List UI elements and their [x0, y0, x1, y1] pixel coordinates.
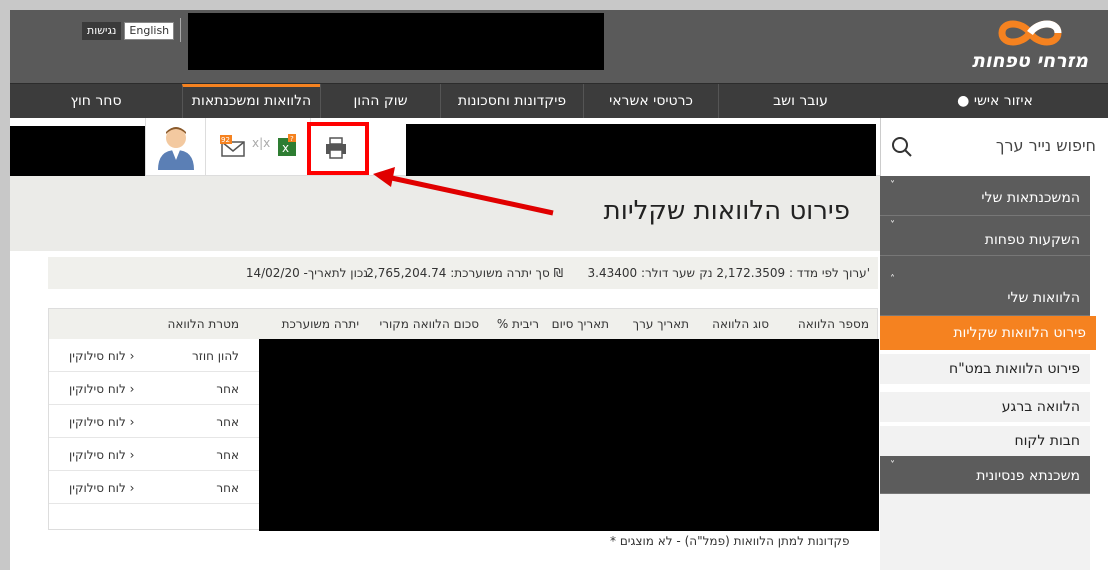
loans-table: מספר הלוואה סוג הלוואה תאריך ערך תאריך ס…: [48, 308, 879, 531]
amortization-schedule-link[interactable]: לוח סילוקין ›: [69, 481, 134, 495]
annotation-arrow-icon: [373, 167, 554, 216]
amortization-schedule-link[interactable]: לוח סילוקין ›: [69, 382, 134, 396]
col-original-amount: סכום הלוואה מקורי: [379, 317, 479, 331]
col-balance: יתרה משוערכת: [281, 317, 359, 331]
col-end-date: תאריך סיום: [551, 317, 609, 331]
bank-logo[interactable]: מזרחי טפחות: [948, 18, 1088, 74]
col-loan-type: סוג הלוואה: [712, 317, 769, 331]
divider: [180, 18, 181, 42]
sidebar-section-mortgages[interactable]: ˅ המשכנתאות שלי: [880, 176, 1090, 216]
col-interest: % ריבית: [496, 317, 539, 331]
loan-purpose: אחר: [216, 448, 239, 462]
excel-icon[interactable]: x ?: [276, 134, 302, 158]
loan-purpose: אחר: [216, 481, 239, 495]
main-nav: ● איזור אישי עובר ושב כרטיסי אשראי פיקדו…: [10, 83, 1108, 119]
sidebar-item-customer-debt[interactable]: חבות לקוח: [880, 426, 1090, 456]
user-icon: ●: [957, 93, 970, 109]
chevron-down-icon: ˅: [890, 460, 895, 471]
nav-credit-cards[interactable]: כרטיסי אשראי: [583, 84, 718, 119]
nav-loans-mortgages[interactable]: הלוואות ומשכנתאות: [182, 84, 320, 119]
svg-text:?: ?: [290, 135, 294, 143]
nav-foreign-trade[interactable]: סחר חוץ: [10, 84, 182, 119]
chevron-down-icon: ˅: [890, 220, 895, 231]
highlight-box: [307, 122, 369, 175]
redacted-loan-details: [259, 339, 879, 531]
dollar-rate: שער דולר: 3.43400: [587, 266, 696, 280]
col-purpose: מטרת הלוואה: [167, 317, 239, 331]
accessibility-button[interactable]: נגישות: [82, 22, 122, 40]
sidebar-item-fx-loans[interactable]: פירוט הלוואות במט"ח: [880, 354, 1090, 384]
sidebar-section-my-loans[interactable]: ˄ הלוואות שלי: [880, 256, 1090, 316]
nav-capital-market[interactable]: שוק ההון: [320, 84, 440, 119]
loan-purpose: אחר: [216, 415, 239, 429]
sidebar-empty: [880, 494, 1090, 570]
chevron-up-icon: ˄: [890, 274, 895, 285]
col-value-date: תאריך ערך: [632, 317, 689, 331]
redacted-banner: [188, 13, 604, 70]
sidebar: ˅ המשכנתאות שלי ˅ השקעות טפחות ˄ הלוואות…: [880, 176, 1108, 570]
chevron-down-icon: ˅: [890, 180, 895, 191]
header-bar: נגישות English מזרחי טפחות: [10, 10, 1108, 83]
search-input[interactable]: חיפוש נייר ערך: [996, 136, 1096, 155]
nav-checking[interactable]: עובר ושב: [718, 84, 882, 119]
sidebar-item-shekel-loans[interactable]: פירוט הלוואות שקליות: [880, 316, 1096, 350]
page: נגישות English מזרחי טפחות ● איזור אישי …: [10, 10, 1108, 570]
security-search[interactable]: חיפוש נייר ערך: [880, 118, 1108, 176]
nav-deposits[interactable]: פיקדונות וחסכונות: [440, 84, 583, 119]
logo-text: מזרחי טפחות: [971, 50, 1088, 72]
page-title: פירוט הלוואות שקליות: [603, 196, 850, 226]
as-of-date: נכון לתאריך- 14/02/20: [245, 266, 368, 280]
sidebar-section-label: משכנתא פנסיונית: [976, 468, 1080, 484]
email-icon[interactable]: 92: [218, 134, 248, 158]
logo-infinity-icon: [998, 20, 1062, 46]
sidebar-section-label: המשכנתאות שלי: [981, 190, 1080, 206]
index-value: ערוך לפי מדד : 2,172.3509 נק': [699, 266, 870, 280]
email-badge: 92: [221, 136, 230, 144]
person-avatar-icon[interactable]: [156, 124, 196, 170]
nav-personal-area[interactable]: ● איזור אישי: [882, 84, 1108, 119]
sidebar-item-instant-loan[interactable]: הלוואה ברגע: [880, 392, 1090, 422]
footnote: * פקדונות למתן הלוואות (פמל"ה) - לא מוצג…: [610, 534, 850, 548]
svg-text:x: x: [282, 141, 289, 155]
sidebar-section-investments[interactable]: ˅ השקעות טפחות: [880, 216, 1090, 256]
sidebar-section-label: השקעות טפחות: [984, 232, 1080, 248]
sidebar-section-pension-mortgage[interactable]: ˅ משכנתא פנסיונית: [880, 456, 1090, 494]
redacted-user-name: [10, 126, 145, 176]
loan-purpose: להון חוזר: [191, 349, 239, 363]
amortization-schedule-link[interactable]: לוח סילוקין ›: [69, 415, 134, 429]
amortization-schedule-link[interactable]: לוח סילוקין ›: [69, 448, 134, 462]
col-loan-number: מספר הלוואה: [797, 317, 869, 331]
export-icons-cell: 92 x|x x ?: [205, 118, 310, 176]
english-button[interactable]: English: [124, 22, 175, 40]
table-header: מספר הלוואה סוג הלוואה תאריך ערך תאריך ס…: [49, 309, 877, 339]
sidebar-section-label: הלוואות שלי: [1007, 290, 1080, 306]
avatar-cell: [145, 118, 205, 176]
nav-label: איזור אישי: [973, 93, 1033, 109]
xls-disabled-icon: x|x: [252, 136, 271, 150]
loan-purpose: אחר: [216, 382, 239, 396]
search-icon[interactable]: [891, 136, 913, 158]
language-switcher: נגישות English: [82, 22, 175, 40]
amortization-schedule-link[interactable]: לוח סילוקין ›: [69, 349, 134, 363]
